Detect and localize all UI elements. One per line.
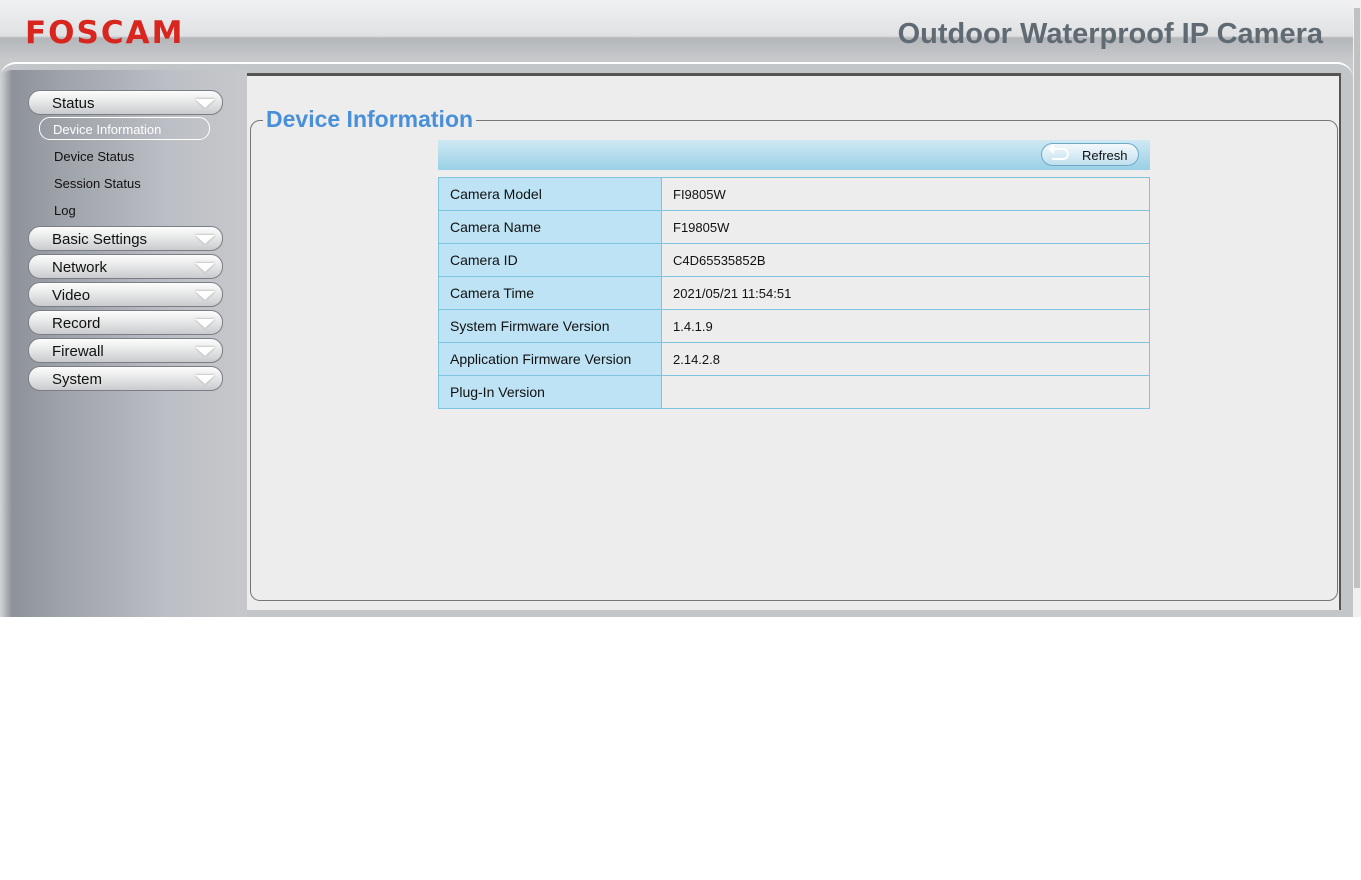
menu-basic-settings[interactable]: Basic Settings xyxy=(28,226,223,251)
app: FOSCAM Outdoor Waterproof IP Camera Stat… xyxy=(0,0,1353,617)
row-value: 1.4.1.9 xyxy=(661,309,1150,343)
row-label: Camera Name xyxy=(438,210,662,244)
menu-label: Status xyxy=(52,95,95,112)
scrollbar[interactable] xyxy=(1353,0,1361,617)
foscam-logo: FOSCAM xyxy=(25,15,185,51)
row-label: Application Firmware Version xyxy=(438,342,662,376)
product-title: Outdoor Waterproof IP Camera xyxy=(897,18,1323,50)
row-label: Plug-In Version xyxy=(438,375,662,409)
chevron-down-icon xyxy=(195,375,215,384)
scrollbar-thumb[interactable] xyxy=(1354,8,1360,588)
refresh-button[interactable]: Refresh xyxy=(1041,143,1139,166)
menu-label: Network xyxy=(52,259,108,276)
menu-status[interactable]: Status xyxy=(28,90,223,115)
row-value: F19805W xyxy=(661,210,1150,244)
row-label: System Firmware Version xyxy=(438,309,662,343)
menu-label: Basic Settings xyxy=(52,231,148,248)
menu-label: System xyxy=(52,371,103,388)
chevron-down-icon xyxy=(195,263,215,272)
menu-network[interactable]: Network xyxy=(28,254,223,279)
chevron-down-icon xyxy=(195,319,215,328)
refresh-label: Refresh xyxy=(1082,148,1128,163)
menu-system[interactable]: System xyxy=(28,366,223,391)
row-value: 2021/05/21 11:54:51 xyxy=(661,276,1150,310)
page-title: Device Information xyxy=(263,106,477,133)
refresh-icon xyxy=(1048,144,1069,160)
sidebar-item-session-status[interactable]: Session Status xyxy=(54,176,141,191)
menu-video[interactable]: Video xyxy=(28,282,223,307)
chevron-down-icon xyxy=(195,347,215,356)
table-row: Camera ID C4D65535852B xyxy=(438,243,1150,277)
chevron-down-icon xyxy=(195,291,215,300)
table-row: Plug-In Version xyxy=(438,375,1150,409)
chevron-down-icon xyxy=(195,235,215,244)
sidebar-item-device-information[interactable]: Device Information xyxy=(39,117,210,140)
content-panel: Device Information Refresh Camera Model F… xyxy=(247,73,1341,610)
table-row: Application Firmware Version 2.14.2.8 xyxy=(438,342,1150,376)
row-value xyxy=(661,375,1150,409)
sidebar-item-log[interactable]: Log xyxy=(54,203,76,218)
menu-label: Firewall xyxy=(52,343,104,360)
row-label: Camera Time xyxy=(438,276,662,310)
table-row: Camera Time 2021/05/21 11:54:51 xyxy=(438,276,1150,310)
row-label: Camera Model xyxy=(438,177,662,211)
table-row: Camera Name F19805W xyxy=(438,210,1150,244)
sidebar-item-device-status[interactable]: Device Status xyxy=(54,149,134,164)
row-value: FI9805W xyxy=(661,177,1150,211)
menu-firewall[interactable]: Firewall xyxy=(28,338,223,363)
row-label: Camera ID xyxy=(438,243,662,277)
table-row: System Firmware Version 1.4.1.9 xyxy=(438,309,1150,343)
menu-label: Record xyxy=(52,315,101,332)
menu-label: Video xyxy=(52,287,91,304)
menu-record[interactable]: Record xyxy=(28,310,223,335)
chevron-down-icon xyxy=(195,99,215,108)
device-info-table: Camera Model FI9805W Camera Name F19805W Cam… xyxy=(438,177,1150,409)
table-row: Camera Model FI9805W xyxy=(438,177,1150,211)
toolbar: Refresh xyxy=(438,140,1150,170)
row-value: C4D65535852B xyxy=(661,243,1150,277)
row-value: 2.14.2.8 xyxy=(661,342,1150,376)
sidebar: Status Device Information Device Status … xyxy=(0,70,247,617)
